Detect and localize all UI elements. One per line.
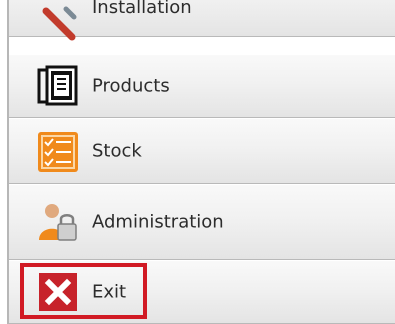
book-icon: [37, 65, 78, 106]
user-lock-icon: [39, 204, 77, 241]
menu-item-label: Stock: [92, 140, 142, 162]
menu-item-administration[interactable]: Administration: [9, 184, 395, 260]
menu-item-stock[interactable]: Stock: [9, 118, 395, 184]
side-menu: Installation Products Stock Administrati…: [0, 0, 395, 324]
menu-item-label: Administration: [92, 211, 224, 233]
menu-item-label: Installation: [92, 0, 192, 18]
menu-item-products[interactable]: Products: [9, 54, 395, 118]
menu-item-installation[interactable]: Installation: [9, 0, 395, 41]
menu-item-label: Products: [92, 75, 170, 97]
wrench-icon: [42, 6, 77, 41]
exit-highlight-box: [20, 263, 147, 319]
checklist-icon: [38, 132, 78, 172]
